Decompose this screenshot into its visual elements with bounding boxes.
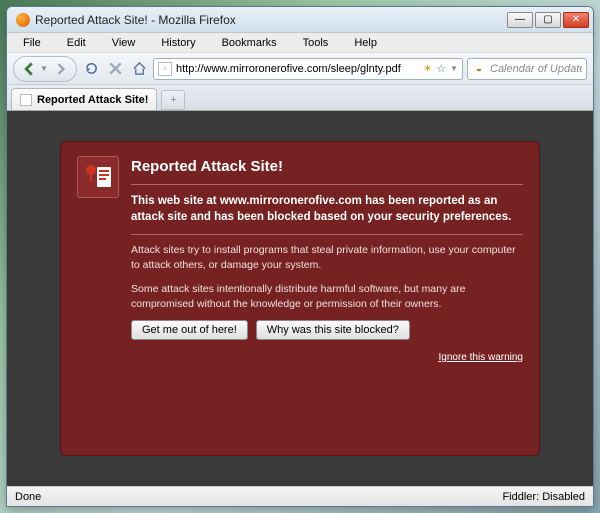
tab-active[interactable]: Reported Attack Site! xyxy=(11,88,157,110)
menu-edit[interactable]: Edit xyxy=(55,35,98,51)
url-bar[interactable]: ▫ ✶ ☆ ▼ xyxy=(153,58,463,80)
back-dropdown-icon[interactable]: ▼ xyxy=(40,64,50,73)
browser-window: Reported Attack Site! - Mozilla Firefox … xyxy=(6,6,594,507)
tab-favicon-icon xyxy=(20,94,32,106)
search-engine-icon[interactable]: ◒ xyxy=(472,62,486,76)
menu-tools[interactable]: Tools xyxy=(291,35,341,51)
why-blocked-button[interactable]: Why was this site blocked? xyxy=(256,320,410,340)
warning-buttons: Get me out of here! Why was this site bl… xyxy=(131,320,523,340)
menu-view[interactable]: View xyxy=(100,35,148,51)
menu-file[interactable]: File xyxy=(11,35,53,51)
menu-bookmarks[interactable]: Bookmarks xyxy=(210,35,289,51)
tab-label: Reported Attack Site! xyxy=(37,94,148,106)
attack-warning-panel: Reported Attack Site! This web site at w… xyxy=(60,141,540,456)
search-bar[interactable]: ◒ Calendar of Updates xyxy=(467,58,587,80)
tab-strip: Reported Attack Site! + xyxy=(7,85,593,111)
home-button[interactable] xyxy=(129,59,149,79)
window-title: Reported Attack Site! - Mozilla Firefox xyxy=(35,13,507,27)
bookmark-star-icon[interactable]: ☆ xyxy=(436,62,446,75)
forward-button[interactable] xyxy=(50,58,72,80)
feed-icon[interactable]: ✶ xyxy=(423,62,432,75)
warning-lead: This web site at www.mirroronerofive.com… xyxy=(131,193,523,235)
status-right: Fiddler: Disabled xyxy=(502,491,585,503)
maximize-button[interactable]: ▢ xyxy=(535,12,561,28)
content-area: Reported Attack Site! This web site at w… xyxy=(7,111,593,486)
home-icon xyxy=(132,61,147,76)
ignore-row: Ignore this warning xyxy=(131,350,523,366)
minimize-button[interactable]: — xyxy=(507,12,533,28)
firefox-icon xyxy=(16,13,30,27)
status-bar: Done Fiddler: Disabled xyxy=(7,486,593,506)
malware-warning-icon xyxy=(77,156,119,198)
back-arrow-icon xyxy=(22,62,36,76)
back-button[interactable] xyxy=(18,58,40,80)
page-favicon-icon: ▫ xyxy=(158,62,172,76)
reload-button[interactable] xyxy=(81,59,101,79)
url-input[interactable] xyxy=(176,63,419,75)
search-placeholder: Calendar of Updates xyxy=(490,63,582,75)
warning-body: Reported Attack Site! This web site at w… xyxy=(131,156,523,441)
nav-toolbar: ▼ ▫ ✶ ☆ ▼ ◒ Calendar of Updates xyxy=(7,53,593,85)
titlebar: Reported Attack Site! - Mozilla Firefox … xyxy=(7,7,593,33)
url-dropdown-icon[interactable]: ▼ xyxy=(450,64,458,73)
warning-para-2: Some attack sites intentionally distribu… xyxy=(131,282,523,312)
ignore-warning-link[interactable]: Ignore this warning xyxy=(439,352,524,363)
menu-history[interactable]: History xyxy=(149,35,207,51)
nav-buttons: ▼ xyxy=(13,56,77,82)
stop-button[interactable] xyxy=(105,59,125,79)
menu-help[interactable]: Help xyxy=(342,35,389,51)
reload-icon xyxy=(84,61,99,76)
get-me-out-button[interactable]: Get me out of here! xyxy=(131,320,248,340)
menubar: File Edit View History Bookmarks Tools H… xyxy=(7,33,593,53)
stop-icon xyxy=(109,62,122,75)
new-tab-button[interactable]: + xyxy=(161,90,185,110)
warning-para-1: Attack sites try to install programs tha… xyxy=(131,243,523,273)
close-button[interactable]: ✕ xyxy=(563,12,589,28)
forward-arrow-icon xyxy=(55,63,67,75)
status-left: Done xyxy=(15,491,41,503)
warning-heading: Reported Attack Site! xyxy=(131,156,523,185)
